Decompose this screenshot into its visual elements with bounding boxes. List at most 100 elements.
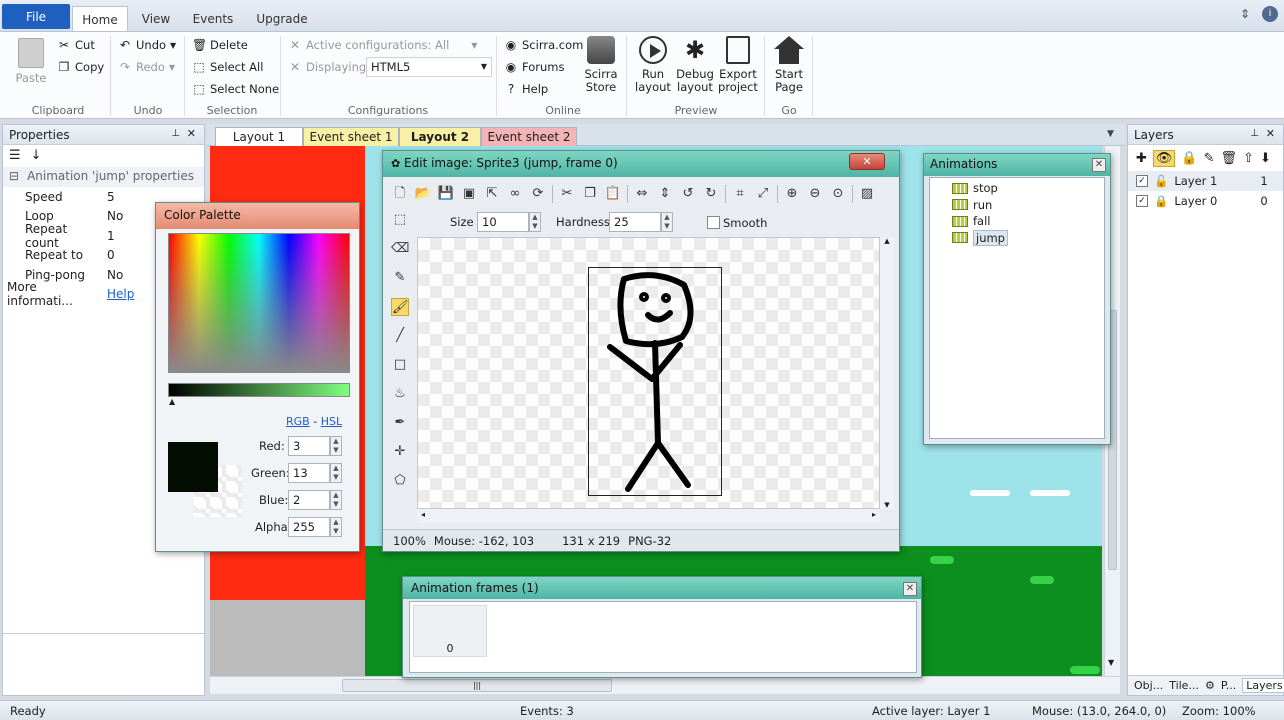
collapse-icon[interactable]: ⊟: [9, 169, 19, 185]
green-spinner[interactable]: ▲ ▼: [330, 463, 342, 483]
select-all-button[interactable]: ⬚ Select All: [192, 60, 263, 74]
undo-dropdown-icon[interactable]: ▼: [170, 41, 176, 50]
fill-icon[interactable]: ♨: [391, 385, 409, 403]
resize-icon[interactable]: ⤢: [754, 185, 772, 203]
flip-vertical-icon[interactable]: ⇕: [656, 185, 674, 203]
alpha-input[interactable]: 255: [288, 517, 330, 537]
scrollbar-thumb[interactable]: |||: [342, 679, 612, 692]
tab-upgrade[interactable]: Upgrade: [252, 6, 312, 32]
new-icon[interactable]: 🗋: [391, 185, 409, 203]
property-value[interactable]: 5: [103, 190, 115, 204]
redo-dropdown-icon[interactable]: ▼: [169, 63, 175, 72]
background-toggle-icon[interactable]: ▨: [858, 185, 876, 203]
scirra-link[interactable]: ◉ Scirra.com: [504, 38, 584, 52]
hue-saturation-picker[interactable]: [168, 233, 350, 373]
tab-objects[interactable]: Obj...: [1134, 679, 1163, 692]
close-button[interactable]: ✕: [849, 153, 885, 170]
scirra-store-button[interactable]: Scirra Store: [582, 36, 620, 94]
zoom-reset-icon[interactable]: ⊙: [829, 185, 847, 203]
tab-event-sheet-2[interactable]: Event sheet 2: [481, 127, 577, 146]
pin-icon[interactable]: ⊥: [171, 128, 180, 139]
crop-icon[interactable]: ⌗: [731, 185, 749, 203]
editor-vertical-scrollbar[interactable]: ▲ ▼: [880, 237, 894, 509]
move-down-icon[interactable]: ⬇: [1260, 151, 1271, 166]
rectangle-icon[interactable]: □: [391, 356, 409, 374]
pencil-icon[interactable]: ✎: [391, 269, 409, 287]
image-editor-titlebar[interactable]: ✿ Edit image: Sprite3 (jump, frame 0): [383, 151, 899, 177]
layer-visible-checkbox[interactable]: ✓: [1136, 195, 1148, 207]
color-picker-icon[interactable]: ✒: [391, 414, 409, 432]
start-page-button[interactable]: Start Page: [770, 36, 808, 94]
hsl-link[interactable]: HSL: [321, 415, 342, 428]
close-icon[interactable]: ✕: [903, 582, 917, 596]
origin-point-icon[interactable]: ✛: [391, 443, 409, 461]
forums-link[interactable]: ◉ Forums: [504, 60, 565, 74]
scroll-down-icon[interactable]: ▼: [1108, 658, 1114, 667]
save-icon[interactable]: 💾: [437, 185, 455, 203]
save-all-icon[interactable]: ▣: [460, 185, 478, 203]
import-icon[interactable]: ⇱: [483, 185, 501, 203]
copy-button[interactable]: ❐ Copy: [57, 60, 105, 74]
slider-marker-icon[interactable]: ▲: [169, 397, 175, 406]
close-icon[interactable]: ✕: [187, 127, 196, 140]
smooth-checkbox[interactable]: [707, 216, 720, 229]
layer-row-layer-0[interactable]: ✓ 🔒 Layer 0 0: [1128, 191, 1283, 211]
property-value[interactable]: 1: [103, 229, 115, 243]
cut-icon[interactable]: ✂: [558, 185, 576, 203]
tab-event-sheet-1[interactable]: Event sheet 1: [303, 127, 399, 146]
pin-icon[interactable]: ⊥: [1250, 128, 1259, 139]
layer-row-layer-1[interactable]: ✓ 🔓 Layer 1 1: [1128, 171, 1283, 191]
animation-item-run[interactable]: run: [930, 197, 1104, 214]
close-icon[interactable]: ✕: [1266, 127, 1275, 140]
animations-titlebar[interactable]: Animations: [924, 154, 1110, 176]
flip-horizontal-icon[interactable]: ⇔: [633, 185, 651, 203]
delete-layer-icon[interactable]: 🗑: [1221, 151, 1238, 166]
tab-layers[interactable]: Layers: [1242, 678, 1284, 693]
tab-home[interactable]: Home: [72, 6, 128, 32]
horizontal-scrollbar[interactable]: |||: [210, 676, 1120, 694]
line-icon[interactable]: ╱: [391, 327, 409, 345]
rectangle-select-icon[interactable]: ⬚: [391, 211, 409, 229]
refresh-icon[interactable]: ⟳: [529, 185, 547, 203]
info-icon[interactable]: i: [1262, 6, 1278, 22]
size-spinner[interactable]: ▲ ▼: [529, 212, 541, 232]
red-spinner[interactable]: ▲ ▼: [330, 436, 342, 456]
rotate-right-icon[interactable]: ↻: [702, 185, 720, 203]
categorized-icon[interactable]: ☰: [9, 148, 21, 164]
help-link[interactable]: Help: [103, 287, 134, 301]
property-value[interactable]: No: [103, 268, 123, 282]
green-input[interactable]: 13: [288, 463, 330, 483]
tab-view[interactable]: View: [136, 6, 176, 32]
tabs-dropdown-icon[interactable]: ▼: [1107, 129, 1114, 139]
drawing-canvas[interactable]: [417, 237, 880, 509]
undo-button[interactable]: ↶ Undo ▼: [118, 38, 176, 52]
redo-button[interactable]: ↷ Redo ▼: [118, 60, 175, 74]
frame-thumbnail[interactable]: 0: [413, 605, 487, 657]
property-value[interactable]: No: [103, 209, 123, 223]
paste-icon[interactable]: 📋: [604, 185, 622, 203]
scroll-right-icon[interactable]: ▸: [872, 510, 876, 519]
size-input[interactable]: 10: [477, 212, 529, 232]
ribbon-collapse-icon[interactable]: ⇕: [1240, 7, 1250, 21]
rotate-left-icon[interactable]: ↺: [679, 185, 697, 203]
tab-layout-2[interactable]: Layout 2: [399, 127, 481, 146]
tab-tilemap[interactable]: Tile...: [1169, 679, 1199, 692]
edit-icon[interactable]: ✎: [1204, 151, 1215, 166]
run-layout-button[interactable]: Run layout: [633, 36, 673, 94]
close-icon[interactable]: ✕: [1092, 158, 1106, 172]
delete-button[interactable]: 🗑 Delete: [192, 38, 248, 52]
hardness-input[interactable]: 25: [609, 212, 661, 232]
animation-item-jump[interactable]: jump: [930, 229, 1104, 247]
animation-item-stop[interactable]: stop: [930, 180, 1104, 197]
export-project-button[interactable]: Export project: [717, 36, 759, 94]
select-none-button[interactable]: ⬚ Select None: [192, 82, 279, 96]
tab-projects[interactable]: P...: [1221, 679, 1236, 692]
alpha-spinner[interactable]: ▲ ▼: [330, 517, 342, 537]
help-link[interactable]: ? Help: [504, 82, 548, 96]
file-tab[interactable]: File: [2, 4, 70, 29]
scroll-up-icon[interactable]: ▲: [880, 237, 894, 245]
animation-frames-titlebar[interactable]: Animation frames (1): [403, 577, 921, 599]
lightness-slider[interactable]: [168, 383, 350, 397]
tab-events[interactable]: Events: [188, 6, 238, 32]
scroll-left-icon[interactable]: ◂: [421, 510, 425, 519]
